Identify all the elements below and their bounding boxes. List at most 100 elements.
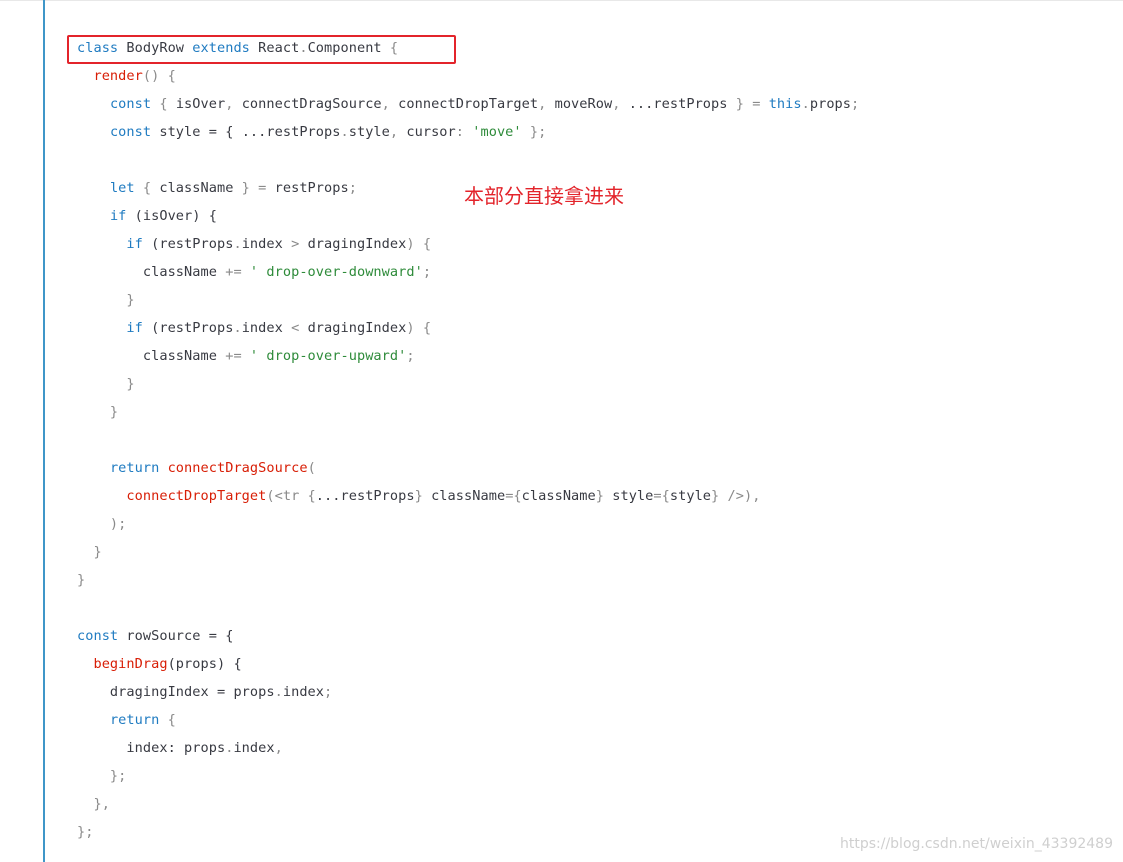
code-token: style	[669, 488, 712, 504]
code-token: connectDropTarget	[126, 488, 267, 504]
code-line: }	[77, 538, 859, 566]
code-token: connectDragSource	[167, 460, 308, 476]
code-token: (restProps	[142, 320, 234, 336]
code-line: const style = { ...restProps.style, curs…	[77, 118, 859, 146]
code-line: if (restProps.index < dragingIndex) {	[77, 314, 859, 342]
code-line: const { isOver, connectDragSource, conne…	[77, 90, 859, 118]
code-token: dragingIndex	[307, 236, 407, 252]
code-block: class BodyRow extends React.Component { …	[77, 34, 859, 846]
code-token: :	[455, 124, 473, 140]
code-token: className	[521, 488, 596, 504]
annotation-note: 本部分直接拿进来	[464, 184, 624, 208]
code-token: ,	[381, 96, 399, 112]
code-token: .	[233, 236, 242, 252]
code-line: className += ' drop-over-upward';	[77, 342, 859, 370]
code-token: }	[77, 292, 135, 308]
code-token: ...restProps	[241, 124, 341, 140]
code-token: }	[414, 488, 432, 504]
code-token: style	[612, 488, 654, 504]
code-token: (restProps	[142, 236, 234, 252]
code-line: },	[77, 790, 859, 818]
code-token: ;	[324, 684, 333, 700]
code-token: (<tr {	[266, 488, 316, 504]
code-token: ={	[505, 488, 522, 504]
code-line: render() {	[77, 62, 859, 90]
code-token: return	[109, 712, 160, 728]
code-token: index: props	[77, 740, 226, 756]
code-token: ' drop-over-downward'	[249, 264, 423, 280]
code-token: .	[233, 320, 242, 336]
code-token: };	[77, 824, 94, 840]
code-token: style = {	[151, 124, 242, 140]
code-line: }	[77, 398, 859, 426]
code-line: className += ' drop-over-downward';	[77, 258, 859, 286]
code-token: (props) {	[167, 656, 242, 672]
code-token: (isOver) {	[126, 208, 217, 224]
code-token: isOver	[175, 96, 226, 112]
code-line: return {	[77, 706, 859, 734]
code-token: className	[431, 488, 506, 504]
code-token: render	[93, 68, 143, 84]
code-token: moveRow	[554, 96, 613, 112]
code-token: dragingIndex	[307, 320, 407, 336]
code-line: );	[77, 510, 859, 538]
code-line: }	[77, 370, 859, 398]
code-line: }	[77, 566, 859, 594]
code-token: index	[241, 236, 283, 252]
code-token: props	[809, 96, 852, 112]
code-token: ,	[225, 96, 242, 112]
code-token: 'move'	[472, 124, 522, 140]
code-line: const rowSource = {	[77, 622, 859, 650]
code-token: } =	[233, 180, 275, 196]
code-token: if	[126, 236, 143, 252]
code-token: connectDragSource	[241, 96, 382, 112]
code-token: >	[282, 236, 308, 252]
code-token: if	[109, 208, 127, 224]
code-token: {	[151, 96, 176, 112]
code-line: dragingIndex = props.index;	[77, 678, 859, 706]
code-line: };	[77, 818, 859, 846]
code-token: ...restProps	[315, 488, 415, 504]
code-token: <	[282, 320, 308, 336]
code-token: };	[77, 768, 127, 784]
code-line: if (restProps.index > dragingIndex) {	[77, 230, 859, 258]
code-token: index	[233, 740, 275, 756]
code-token: ) {	[406, 320, 432, 336]
code-token: ) {	[406, 236, 432, 252]
code-token: () {	[142, 68, 176, 84]
code-token: };	[521, 124, 547, 140]
code-line: beginDrag(props) {	[77, 650, 859, 678]
code-token: ;	[422, 264, 432, 280]
code-token: ,	[274, 740, 283, 756]
code-token: rowSource = {	[118, 628, 234, 644]
code-token: } =	[727, 96, 769, 112]
code-token: +=	[225, 264, 242, 280]
code-token: }	[77, 572, 86, 588]
code-token: className	[77, 348, 226, 364]
code-token: const	[109, 124, 152, 140]
code-token: restProps	[274, 180, 349, 196]
code-block-left-rule	[43, 0, 45, 862]
code-line: connectDropTarget(<tr {...restProps} cla…	[77, 482, 859, 510]
code-token: ;	[348, 180, 357, 196]
code-token: index	[241, 320, 283, 336]
code-token: ,	[389, 124, 407, 140]
watermark: https://blog.csdn.net/weixin_43392489	[839, 836, 1113, 852]
code-token: className	[77, 264, 226, 280]
code-token: const	[77, 628, 119, 644]
code-token: this	[768, 96, 802, 112]
code-line: return connectDragSource(	[77, 454, 859, 482]
top-border	[0, 0, 1123, 1]
code-token: }	[77, 376, 135, 392]
